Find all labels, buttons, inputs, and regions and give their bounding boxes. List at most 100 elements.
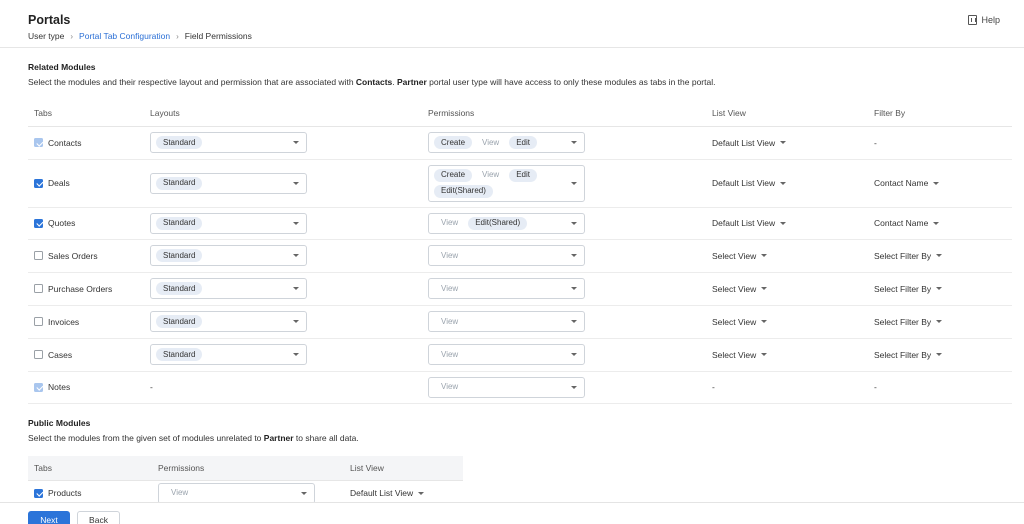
page-title: Portals: [28, 13, 71, 27]
layout-select[interactable]: Standard: [150, 311, 307, 332]
tab-checkbox[interactable]: [34, 178, 43, 188]
permissions-select[interactable]: View Edit(Shared): [428, 212, 585, 234]
filter-by-dropdown-empty: -: [874, 137, 877, 148]
permissions-select[interactable]: View: [428, 278, 585, 299]
tab-checkbox[interactable]: [34, 284, 43, 293]
list-view-dropdown[interactable]: Select View: [712, 350, 768, 360]
layout-select[interactable]: Standard: [150, 132, 307, 153]
permission-pill-view: View: [441, 218, 459, 227]
caret-down-icon: [936, 320, 943, 323]
tab-checkbox[interactable]: [34, 251, 43, 260]
list-view-dropdown[interactable]: Select View: [712, 284, 768, 294]
permission-pill-view: View: [441, 349, 459, 359]
cell-layout: -: [144, 371, 422, 404]
breadcrumb-chevron-icon: ›: [176, 31, 179, 41]
permissions-select[interactable]: Create View Edit: [428, 132, 585, 153]
cell-list-view: Select View: [706, 305, 868, 339]
cell-list-view: Default List View: [706, 159, 868, 208]
public-modules-title: Public Modules: [28, 418, 91, 428]
table-row-sales-orders: Sales Orders Standard View Select View Selec…: [28, 239, 1012, 273]
list-view-dropdown[interactable]: Select View: [712, 251, 768, 261]
cell-list-view: Select View: [706, 338, 868, 372]
layout-select[interactable]: Standard: [150, 245, 307, 266]
list-view-dropdown[interactable]: Default List View: [712, 218, 787, 228]
page-header: Portals User type › Portal Tab Configura…: [0, 0, 1024, 48]
next-button[interactable]: Next: [28, 511, 70, 524]
list-view-dropdown-label: Default List View: [350, 488, 414, 498]
layout-select[interactable]: Standard: [150, 278, 307, 299]
cell-permissions: View: [422, 371, 706, 404]
list-view-dropdown[interactable]: Select View: [712, 317, 768, 327]
tab-cell: Contacts: [34, 138, 144, 148]
related-modules-description: Select the modules and their respective …: [28, 77, 716, 87]
caret-down-icon: [761, 287, 768, 290]
column-header-filter-by: Filter By: [874, 107, 906, 118]
cell-filter-by: Select Filter By: [868, 272, 1012, 306]
filter-by-dropdown[interactable]: Select Filter By: [874, 350, 943, 360]
table-row-purchase-orders: Purchase Orders Standard View Select View Se…: [28, 272, 1012, 306]
breadcrumb-user-type[interactable]: User type: [28, 31, 64, 41]
tab-checkbox: [34, 138, 43, 147]
tab-cell: Deals: [34, 178, 144, 188]
permission-pill-edit: Edit: [509, 136, 538, 149]
caret-down-icon: [761, 254, 768, 257]
cell-filter-by: Contact Name: [868, 159, 1012, 208]
breadcrumb-chevron-icon: ›: [70, 31, 74, 41]
caret-down-icon: [780, 181, 787, 185]
list-view-dropdown[interactable]: Default List View: [350, 488, 425, 498]
cell-tab: Cases: [28, 338, 144, 372]
list-view-dropdown-label: Default List View: [712, 218, 776, 228]
permission-pill-edit: Edit: [509, 168, 538, 182]
tab-label: Products: [48, 488, 82, 498]
permissions-select[interactable]: View: [428, 344, 585, 365]
help-button[interactable]: Help: [968, 15, 1000, 25]
cell-tab: Invoices: [28, 305, 144, 339]
breadcrumb-portal-tab-configuration[interactable]: Portal Tab Configuration: [79, 31, 170, 41]
tab-cell: Purchase Orders: [34, 284, 144, 294]
chevron-down-icon: [293, 181, 299, 185]
tab-cell: Quotes: [34, 218, 144, 228]
chevron-down-icon: [571, 181, 577, 185]
filter-by-dropdown-label: Contact Name: [874, 218, 929, 228]
filter-by-dropdown[interactable]: Contact Name: [874, 218, 940, 228]
list-view-dropdown[interactable]: Default List View: [712, 138, 787, 148]
permissions-select[interactable]: View: [428, 376, 585, 398]
chevron-down-icon: [293, 353, 299, 356]
permissions-select[interactable]: View: [158, 482, 315, 504]
cell-tab: Quotes: [28, 207, 144, 240]
public-modules-description: Select the modules from the given set of…: [28, 433, 359, 443]
chevron-down-icon: [293, 320, 299, 323]
filter-by-dropdown[interactable]: Contact Name: [874, 178, 940, 188]
layout-pill: Standard: [156, 282, 203, 295]
layout-select[interactable]: Standard: [150, 344, 307, 365]
tab-cell: Cases: [34, 350, 144, 360]
layout-select[interactable]: Standard: [150, 212, 307, 234]
cell-list-view: Default List View: [706, 126, 868, 160]
permissions-select[interactable]: Create View Edit Edit(Shared): [428, 164, 585, 202]
tab-checkbox[interactable]: [34, 218, 43, 228]
back-button[interactable]: Back: [77, 511, 120, 524]
filter-by-dropdown[interactable]: Select Filter By: [874, 284, 943, 294]
cell-tab: Notes: [28, 371, 144, 404]
tab-checkbox[interactable]: [34, 488, 43, 498]
cell-filter-by: Select Filter By: [868, 338, 1012, 372]
column-header-permissions: Permissions: [158, 462, 205, 473]
column-header-list-view: List View: [350, 462, 384, 473]
layout-pill: Standard: [156, 315, 203, 328]
table-row-deals: Deals Standard Create View Edit Edit(Shared) D…: [28, 159, 1012, 208]
permissions-select[interactable]: View: [428, 311, 585, 332]
list-view-dropdown[interactable]: Default List View: [712, 178, 787, 188]
column-header-tabs: Tabs: [34, 107, 52, 118]
layout-select[interactable]: Standard: [150, 172, 307, 194]
cell-layout: Standard: [144, 159, 422, 208]
related-modules-title: Related Modules: [28, 62, 96, 72]
cell-filter-by: Select Filter By: [868, 305, 1012, 339]
permission-pill-view: View: [482, 137, 500, 147]
permissions-select[interactable]: View: [428, 245, 585, 266]
filter-by-dropdown[interactable]: Select Filter By: [874, 251, 943, 261]
filter-by-dropdown[interactable]: Select Filter By: [874, 317, 943, 327]
tab-cell: Products: [34, 488, 152, 498]
caret-down-icon: [418, 491, 425, 495]
tab-checkbox[interactable]: [34, 317, 43, 326]
tab-checkbox[interactable]: [34, 350, 43, 359]
